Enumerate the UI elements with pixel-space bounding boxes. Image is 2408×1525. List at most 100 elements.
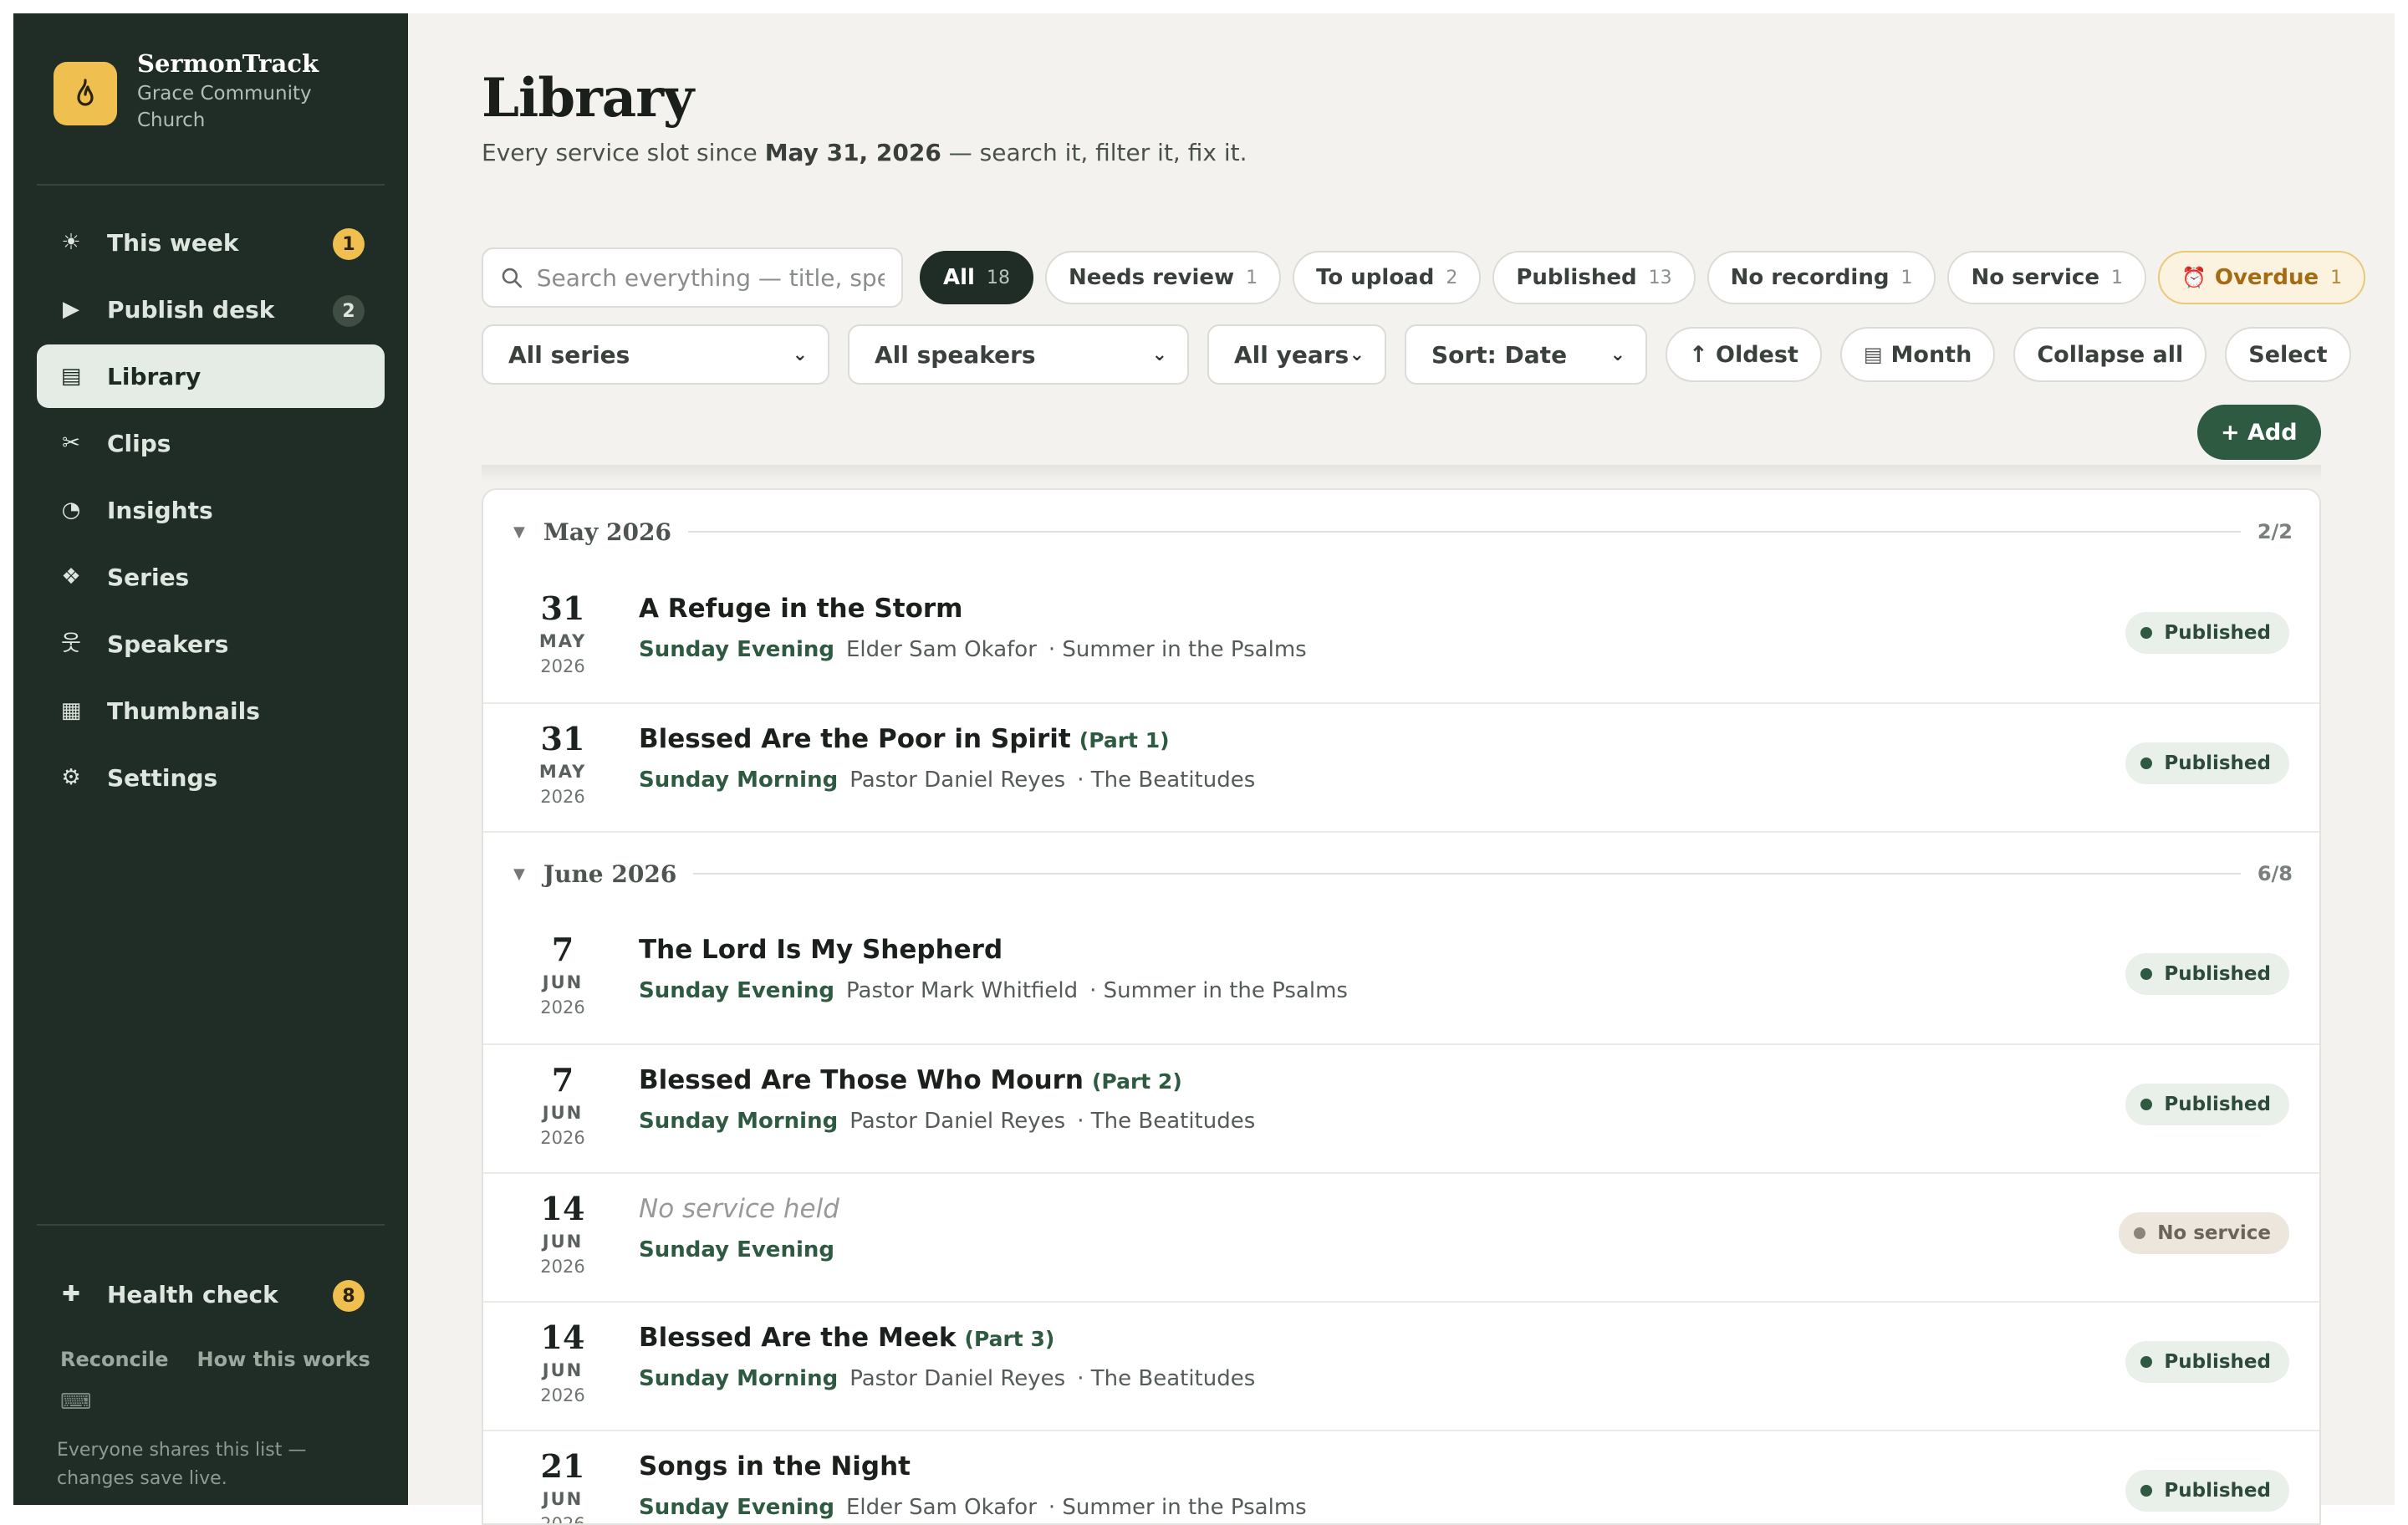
sidebar-item-thumbnails[interactable]: ▦ Thumbnails xyxy=(37,679,385,742)
chip-overdue[interactable]: ⏰ Overdue 1 xyxy=(2157,251,2366,304)
sidebar-item-series[interactable]: ❖ Series xyxy=(37,545,385,609)
status-badge: Published xyxy=(2125,742,2289,784)
sermon-meta: Sunday Evening Elder Sam Okafor · Summer i… xyxy=(639,637,1307,662)
part-label: (Part 3) xyxy=(964,1327,1055,1351)
chip-needs-review[interactable]: Needs review 1 xyxy=(1044,251,1282,304)
sermon-title: Blessed Are Those Who Mourn (Part 2) xyxy=(639,1065,1182,1095)
month-view-button[interactable]: ▤ Month xyxy=(1839,327,1996,382)
count-badge: 8 xyxy=(333,1280,365,1312)
date-block: 21 JUN 2026 xyxy=(540,1447,585,1525)
sermon-row[interactable]: 14 JUN 2026 Blessed Are the Meek (Part 3)… xyxy=(483,1301,2319,1430)
sidebar-item-settings[interactable]: ⚙ Settings xyxy=(37,746,385,809)
sermon-row[interactable]: 7 JUN 2026 Blessed Are Those Who Mourn (P… xyxy=(483,1043,2319,1172)
brand[interactable]: SermonTrack Grace Community Church xyxy=(54,47,329,134)
sermon-meta: Sunday Evening Elder Sam Okafor · Summer i… xyxy=(639,1495,1307,1520)
sermon-meta: Sunday Morning Pastor Daniel Reyes · The B… xyxy=(639,768,1256,793)
chip-to-upload[interactable]: To upload 2 xyxy=(1293,251,1482,304)
search-input[interactable] xyxy=(536,263,885,292)
church-name: Grace Community Church xyxy=(137,83,312,131)
date-block: 14 JUN 2026 xyxy=(540,1190,585,1277)
divider xyxy=(687,531,2241,533)
collapse-triangle-icon: ▼ xyxy=(513,523,525,541)
series-icon: ❖ xyxy=(61,564,81,589)
page-subtitle: Every service slot since May 31, 2026 — … xyxy=(482,139,1247,166)
month-group-header[interactable]: ▼ May 2026 2/2 xyxy=(483,490,2319,574)
status-badge: No service xyxy=(2119,1212,2289,1254)
sidebar-item-this-week[interactable]: ☀ This week 1 xyxy=(37,211,385,274)
toolbar-shadow xyxy=(482,465,2321,482)
page-header: Library xyxy=(482,67,694,130)
years-select[interactable]: All years ⌄ xyxy=(1207,324,1386,385)
series-select[interactable]: All series ⌄ xyxy=(482,324,829,385)
sidebar: SermonTrack Grace Community Church ☀ Thi… xyxy=(13,13,408,1505)
count-badge: 1 xyxy=(333,228,365,260)
sidebar-item-speakers[interactable]: 웃 Speakers xyxy=(37,612,385,676)
sidebar-nav: ☀ This week 1 ▶ Publish desk 2 ▤ Library… xyxy=(37,211,385,813)
sermon-title: The Lord Is My Shepherd xyxy=(639,935,1003,965)
how-this-works-link[interactable]: How this works xyxy=(197,1348,370,1371)
status-dot-icon xyxy=(2140,1099,2153,1110)
sidebar-item-health-check[interactable]: ✚ Health check 8 xyxy=(37,1262,385,1326)
calendar-icon: ▤ xyxy=(1863,343,1883,366)
brand-name: SermonTrack xyxy=(137,49,319,78)
library-toolbar: All18 Needs review1 To upload2 Published… xyxy=(482,234,2366,477)
sun-icon: ☀ xyxy=(61,230,81,255)
chevron-down-icon: ⌄ xyxy=(792,344,808,365)
sermon-title: A Refuge in the Storm xyxy=(639,594,963,624)
sermon-meta: Sunday Evening Pastor Mark Whitfield · Sum… xyxy=(639,978,1348,1003)
status-badge: Published xyxy=(2125,1341,2289,1383)
chip-no-recording[interactable]: No recording 1 xyxy=(1707,251,1936,304)
sidebar-item-publish-desk[interactable]: ▶ Publish desk 2 xyxy=(37,278,385,341)
divider xyxy=(37,184,385,186)
speakers-select[interactable]: All speakers ⌄ xyxy=(848,324,1189,385)
oldest-toggle-button[interactable]: ↑ Oldest xyxy=(1666,327,1822,382)
main-content: Library Every service slot since May 31,… xyxy=(408,13,2395,1525)
select-button[interactable]: Select xyxy=(2225,327,2351,382)
chip-no-service[interactable]: No service 1 xyxy=(1947,251,2146,304)
sermon-title: Blessed Are the Meek (Part 3) xyxy=(639,1323,1055,1353)
plus-icon: ✚ xyxy=(62,1282,80,1307)
reconcile-link[interactable]: Reconcile xyxy=(60,1348,169,1371)
status-dot-icon xyxy=(2140,968,2153,980)
month-group-header[interactable]: ▼ June 2026 6/8 xyxy=(483,831,2319,915)
sermon-row[interactable]: 7 JUN 2026 The Lord Is My Shepherd Sunda… xyxy=(483,915,2319,1043)
status-dot-icon xyxy=(2140,627,2153,639)
divider xyxy=(37,1224,385,1226)
date-block: 31 MAY 2026 xyxy=(538,589,587,676)
sermon-row-no-service[interactable]: 14 JUN 2026 No service held Sunday Eveni… xyxy=(483,1172,2319,1301)
health-check[interactable]: ✚ Health check 8 xyxy=(37,1262,385,1329)
chip-published[interactable]: Published 13 xyxy=(1492,251,1696,304)
play-icon: ▶ xyxy=(63,297,79,322)
sidebar-item-library[interactable]: ▤ Library xyxy=(37,344,385,408)
scissors-icon: ✂ xyxy=(62,431,80,456)
sidebar-item-insights[interactable]: ◔ Insights xyxy=(37,478,385,542)
date-block: 7 JUN 2026 xyxy=(540,1061,585,1148)
gear-icon: ⚙ xyxy=(61,765,81,790)
collapse-triangle-icon: ▼ xyxy=(513,865,525,883)
alarm-clock-icon: ⏰ xyxy=(2181,266,2206,289)
sermon-row[interactable]: 31 MAY 2026 Blessed Are the Poor in Spir… xyxy=(483,702,2319,831)
add-button[interactable]: + Add xyxy=(2197,405,2321,460)
pie-chart-icon: ◔ xyxy=(61,497,81,523)
sort-select[interactable]: Sort: Date ⌄ xyxy=(1405,324,1647,385)
search-box[interactable] xyxy=(482,247,903,308)
page-title: Library xyxy=(482,67,694,130)
library-icon: ▤ xyxy=(60,364,82,389)
part-label: (Part 2) xyxy=(1092,1069,1182,1094)
collapse-all-button[interactable]: Collapse all xyxy=(2013,327,2207,382)
date-block: 14 JUN 2026 xyxy=(540,1318,585,1405)
chip-all[interactable]: All 18 xyxy=(920,251,1033,304)
sidebar-item-clips[interactable]: ✂ Clips xyxy=(37,411,385,475)
count-badge: 2 xyxy=(333,295,365,327)
grid-icon: ▦ xyxy=(60,698,82,723)
sermon-row[interactable]: 31 MAY 2026 A Refuge in the Storm Sunday… xyxy=(483,574,2319,702)
status-badge: Published xyxy=(2125,1470,2289,1512)
status-dot-icon xyxy=(2134,1227,2146,1239)
sermon-row[interactable]: 21 JUN 2026 Songs in the Night Sunday Ev… xyxy=(483,1430,2319,1525)
sermon-title: Songs in the Night xyxy=(639,1451,911,1482)
status-badge: Published xyxy=(2125,612,2289,654)
keyboard-icon[interactable]: ⌨ xyxy=(60,1390,92,1415)
search-icon xyxy=(502,268,523,288)
filter-row: All series ⌄ All speakers ⌄ All years ⌄ Sor… xyxy=(482,324,2351,385)
status-badge: Published xyxy=(2125,1084,2289,1125)
